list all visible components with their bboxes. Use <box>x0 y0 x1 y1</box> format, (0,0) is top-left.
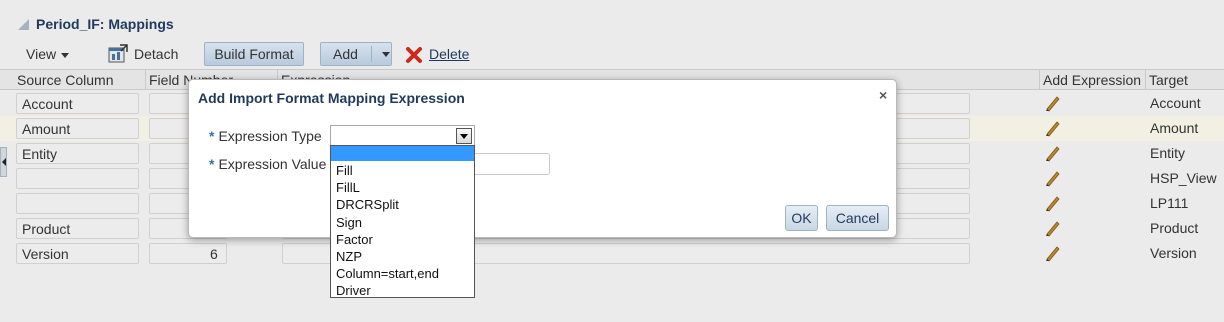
delete-label: Delete <box>429 46 470 62</box>
table-row[interactable]: Version 6 Version <box>0 241 1224 266</box>
target-value: Account <box>1150 95 1201 111</box>
source-column-input[interactable]: Account <box>16 93 139 114</box>
ok-button[interactable]: OK <box>785 205 818 231</box>
cancel-button[interactable]: Cancel <box>826 205 889 231</box>
source-column-input[interactable] <box>16 168 139 189</box>
add-dropdown-icon[interactable] <box>382 52 390 57</box>
expression-type-label: * Expression Type <box>209 128 322 144</box>
dropdown-button[interactable] <box>456 128 472 144</box>
dropdown-option[interactable]: NZP <box>331 248 474 265</box>
pencil-icon[interactable] <box>1044 94 1062 112</box>
source-column-value: Account <box>22 96 73 112</box>
pencil-icon[interactable] <box>1044 219 1062 237</box>
dropdown-option[interactable]: Sign <box>331 214 474 231</box>
pencil-icon[interactable] <box>1044 194 1062 212</box>
dropdown-option[interactable]: FillL <box>331 179 474 196</box>
pencil-icon[interactable] <box>1044 244 1062 262</box>
delete-x-icon <box>406 47 422 63</box>
source-column-input[interactable]: Version <box>16 243 139 264</box>
panel-header: Period_IF: Mappings <box>0 10 1224 40</box>
chevron-left-icon <box>2 158 6 166</box>
target-value: Version <box>1150 245 1197 261</box>
source-column-input[interactable]: Amount <box>16 118 139 139</box>
target-value: Amount <box>1150 120 1199 136</box>
dropdown-option[interactable]: DRCRSplit <box>331 196 474 213</box>
close-icon[interactable]: × <box>879 87 887 103</box>
add-expression-dialog: Add Import Format Mapping Expression × *… <box>188 79 897 238</box>
pencil-icon[interactable] <box>1044 144 1062 162</box>
expression-value-label: * Expression Value <box>209 156 326 172</box>
source-column-value: Version <box>22 246 69 262</box>
add-separator <box>371 46 372 62</box>
field-number-input[interactable]: 6 <box>149 243 227 264</box>
col-source-column[interactable]: Source Column <box>0 70 146 90</box>
dropdown-option[interactable]: Column=start,end <box>331 265 474 282</box>
source-column-input[interactable] <box>16 193 139 214</box>
source-column-value: Amount <box>22 121 71 137</box>
expression-type-dropdown: Fill FillL DRCRSplit Sign Factor NZP Column=st… <box>330 145 475 298</box>
field-number-value: 6 <box>210 246 218 262</box>
toolbar: View Detach Build Format Add Delete <box>0 40 1224 68</box>
target-value: Entity <box>1150 145 1186 161</box>
source-column-input[interactable]: Product <box>16 218 139 239</box>
mappings-page: Period_IF: Mappings View Detach Build Fo… <box>0 0 1224 322</box>
panel-title: Period_IF: Mappings <box>36 16 174 32</box>
source-column-value: Entity <box>22 146 58 162</box>
dropdown-option[interactable] <box>331 146 474 161</box>
side-collapse-tab[interactable] <box>0 147 7 177</box>
view-label: View <box>26 46 57 62</box>
expression-type-text: Expression Type <box>218 128 322 144</box>
source-column-input[interactable]: Entity <box>16 143 139 164</box>
dropdown-option[interactable]: Fill <box>331 162 474 179</box>
expression-type-select[interactable] <box>330 125 475 147</box>
target-value: HSP_View <box>1150 170 1217 186</box>
dropdown-option[interactable]: Driver <box>331 282 474 299</box>
build-format-button[interactable]: Build Format <box>204 42 304 66</box>
col-add-expression[interactable]: Add Expression <box>1040 70 1146 90</box>
dropdown-option[interactable]: Factor <box>331 231 474 248</box>
target-value: LP111 <box>1150 195 1189 211</box>
dialog-title: Add Import Format Mapping Expression <box>198 90 465 106</box>
add-label: Add <box>333 46 358 62</box>
required-marker: * <box>209 128 215 144</box>
chevron-down-icon <box>61 52 70 58</box>
pencil-icon[interactable] <box>1044 169 1062 187</box>
collapse-icon[interactable] <box>18 19 29 30</box>
detach-icon <box>108 44 128 63</box>
add-button[interactable]: Add <box>320 42 392 66</box>
view-menu[interactable]: View <box>26 44 70 64</box>
col-target[interactable]: Target <box>1146 70 1224 90</box>
chevron-down-icon <box>460 134 468 139</box>
pencil-icon[interactable] <box>1044 119 1062 137</box>
required-marker: * <box>209 156 215 172</box>
detach-label: Detach <box>134 46 179 62</box>
expression-value-input[interactable] <box>472 153 550 175</box>
target-value: Product <box>1150 220 1199 236</box>
source-column-value: Product <box>22 221 71 237</box>
expression-value-text: Expression Value <box>218 156 327 172</box>
